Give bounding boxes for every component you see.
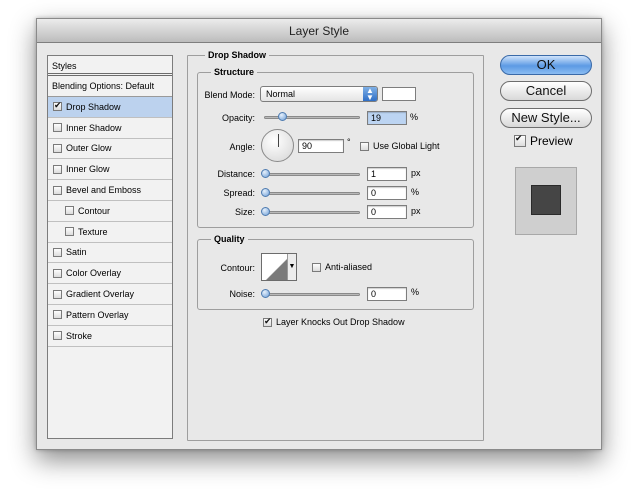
style-checkbox[interactable] <box>53 331 62 341</box>
distance-slider-track[interactable] <box>264 173 360 176</box>
style-item-label: Outer Glow <box>66 143 112 154</box>
knockout-label: Layer Knocks Out Drop Shadow <box>276 317 405 327</box>
angle-label: Angle: <box>229 142 255 152</box>
spread-label: Spread: <box>223 188 255 198</box>
noise-slider-track[interactable] <box>264 293 360 296</box>
contour-label: Contour: <box>220 263 255 273</box>
style-checkbox[interactable] <box>53 100 62 112</box>
style-checkbox[interactable] <box>53 164 62 174</box>
knockout-option[interactable]: Layer Knocks Out Drop Shadow <box>263 316 405 327</box>
spread-slider-track[interactable] <box>264 192 360 195</box>
size-unit: px <box>411 206 421 216</box>
use-global-light-option[interactable]: Use Global Light <box>360 141 440 151</box>
anti-aliased-label: Anti-aliased <box>325 262 373 272</box>
quality-title: Quality <box>211 234 248 244</box>
style-item-label: Drop Shadow <box>66 101 121 112</box>
style-checkbox[interactable] <box>53 289 62 299</box>
style-checkbox[interactable] <box>53 268 62 278</box>
new-style-button[interactable]: New Style... <box>500 108 592 128</box>
style-item-label: Stroke <box>66 330 93 341</box>
distance-input[interactable]: 1 <box>367 167 407 181</box>
opacity-slider-knob[interactable] <box>278 112 287 121</box>
blend-mode-select[interactable]: Normal ▲ ▼ <box>260 86 378 102</box>
size-slider-track[interactable] <box>264 211 360 214</box>
styles-header[interactable]: Styles <box>48 56 172 76</box>
style-item-label: Inner Shadow <box>66 122 122 133</box>
style-item-label: Inner Glow <box>66 164 110 175</box>
opacity-unit: % <box>410 112 419 122</box>
shadow-color-swatch[interactable] <box>382 87 416 101</box>
preview-thumbnail <box>515 167 577 235</box>
distance-slider-knob[interactable] <box>261 169 270 178</box>
style-checkbox[interactable] <box>53 123 62 133</box>
angle-input[interactable]: 90 <box>298 139 344 153</box>
spread-unit: % <box>411 187 420 197</box>
preview-checkbox[interactable] <box>514 133 526 147</box>
anti-aliased-option[interactable]: Anti-aliased <box>312 262 372 272</box>
style-item[interactable]: Texture <box>48 222 172 243</box>
styles-list: Styles Blending Options: Default Drop Sh… <box>47 55 173 439</box>
style-checkbox[interactable] <box>53 185 62 195</box>
size-slider-knob[interactable] <box>261 207 270 216</box>
angle-unit: ° <box>347 137 351 147</box>
anti-aliased-checkbox[interactable] <box>312 262 321 272</box>
contour-picker[interactable]: ▼ <box>261 253 297 281</box>
knockout-checkbox[interactable] <box>263 316 272 327</box>
style-item-label: Gradient Overlay <box>66 289 135 300</box>
style-item-label: Satin <box>66 247 87 258</box>
spread-slider-knob[interactable] <box>261 188 270 197</box>
chevron-down-icon[interactable]: ▼ <box>287 254 296 280</box>
style-checkbox[interactable] <box>65 206 74 216</box>
style-item[interactable]: Inner Shadow <box>48 118 172 139</box>
cancel-button[interactable]: Cancel <box>500 81 592 101</box>
style-checkbox[interactable] <box>53 247 62 257</box>
style-item[interactable]: Drop Shadow <box>48 97 172 118</box>
noise-slider-knob[interactable] <box>261 289 270 298</box>
opacity-label: Opacity: <box>221 113 255 123</box>
spread-input[interactable]: 0 <box>367 186 407 200</box>
style-item[interactable]: Pattern Overlay <box>48 305 172 326</box>
quality-group <box>197 239 474 310</box>
style-item[interactable]: Satin <box>48 243 172 264</box>
style-item[interactable]: Contour <box>48 201 172 222</box>
style-item[interactable]: Bevel and Emboss <box>48 180 172 201</box>
blending-options-item[interactable]: Blending Options: Default <box>48 76 172 97</box>
blend-mode-value: Normal <box>266 89 296 99</box>
use-global-light-checkbox[interactable] <box>360 141 369 151</box>
style-checkbox[interactable] <box>53 310 62 320</box>
layer-style-dialog: Layer Style Styles Blending Options: Def… <box>36 18 602 450</box>
preview-swatch <box>531 185 561 215</box>
style-item[interactable]: Stroke <box>48 326 172 347</box>
noise-label: Noise: <box>229 289 255 299</box>
angle-dial[interactable] <box>261 129 294 162</box>
style-item-label: Texture <box>78 226 108 237</box>
structure-title: Structure <box>211 67 258 77</box>
noise-input[interactable]: 0 <box>367 287 407 301</box>
noise-unit: % <box>411 287 420 297</box>
blend-mode-label: Blend Mode: <box>204 90 255 100</box>
angle-needle <box>278 134 279 147</box>
preview-label: Preview <box>530 134 573 148</box>
ok-button[interactable]: OK <box>500 55 592 75</box>
drop-shadow-title: Drop Shadow <box>205 50 269 60</box>
chevron-up-down-icon: ▲ ▼ <box>363 87 377 102</box>
style-item[interactable]: Gradient Overlay <box>48 284 172 305</box>
style-item-label: Contour <box>78 205 111 216</box>
window-title: Layer Style <box>37 19 601 43</box>
distance-unit: px <box>411 168 421 178</box>
opacity-input[interactable]: 19 <box>367 111 407 125</box>
style-item[interactable]: Outer Glow <box>48 139 172 160</box>
style-item-label: Color Overlay <box>66 268 122 279</box>
use-global-light-label: Use Global Light <box>373 141 440 151</box>
preview-option[interactable]: Preview <box>514 133 573 148</box>
style-checkbox[interactable] <box>65 227 74 237</box>
style-item-label: Bevel and Emboss <box>66 185 142 196</box>
size-input[interactable]: 0 <box>367 205 407 219</box>
distance-label: Distance: <box>217 169 255 179</box>
style-item[interactable]: Inner Glow <box>48 159 172 181</box>
style-checkbox[interactable] <box>53 143 62 153</box>
size-label: Size: <box>234 207 255 217</box>
style-item-label: Pattern Overlay <box>66 309 129 320</box>
style-item[interactable]: Color Overlay <box>48 263 172 285</box>
